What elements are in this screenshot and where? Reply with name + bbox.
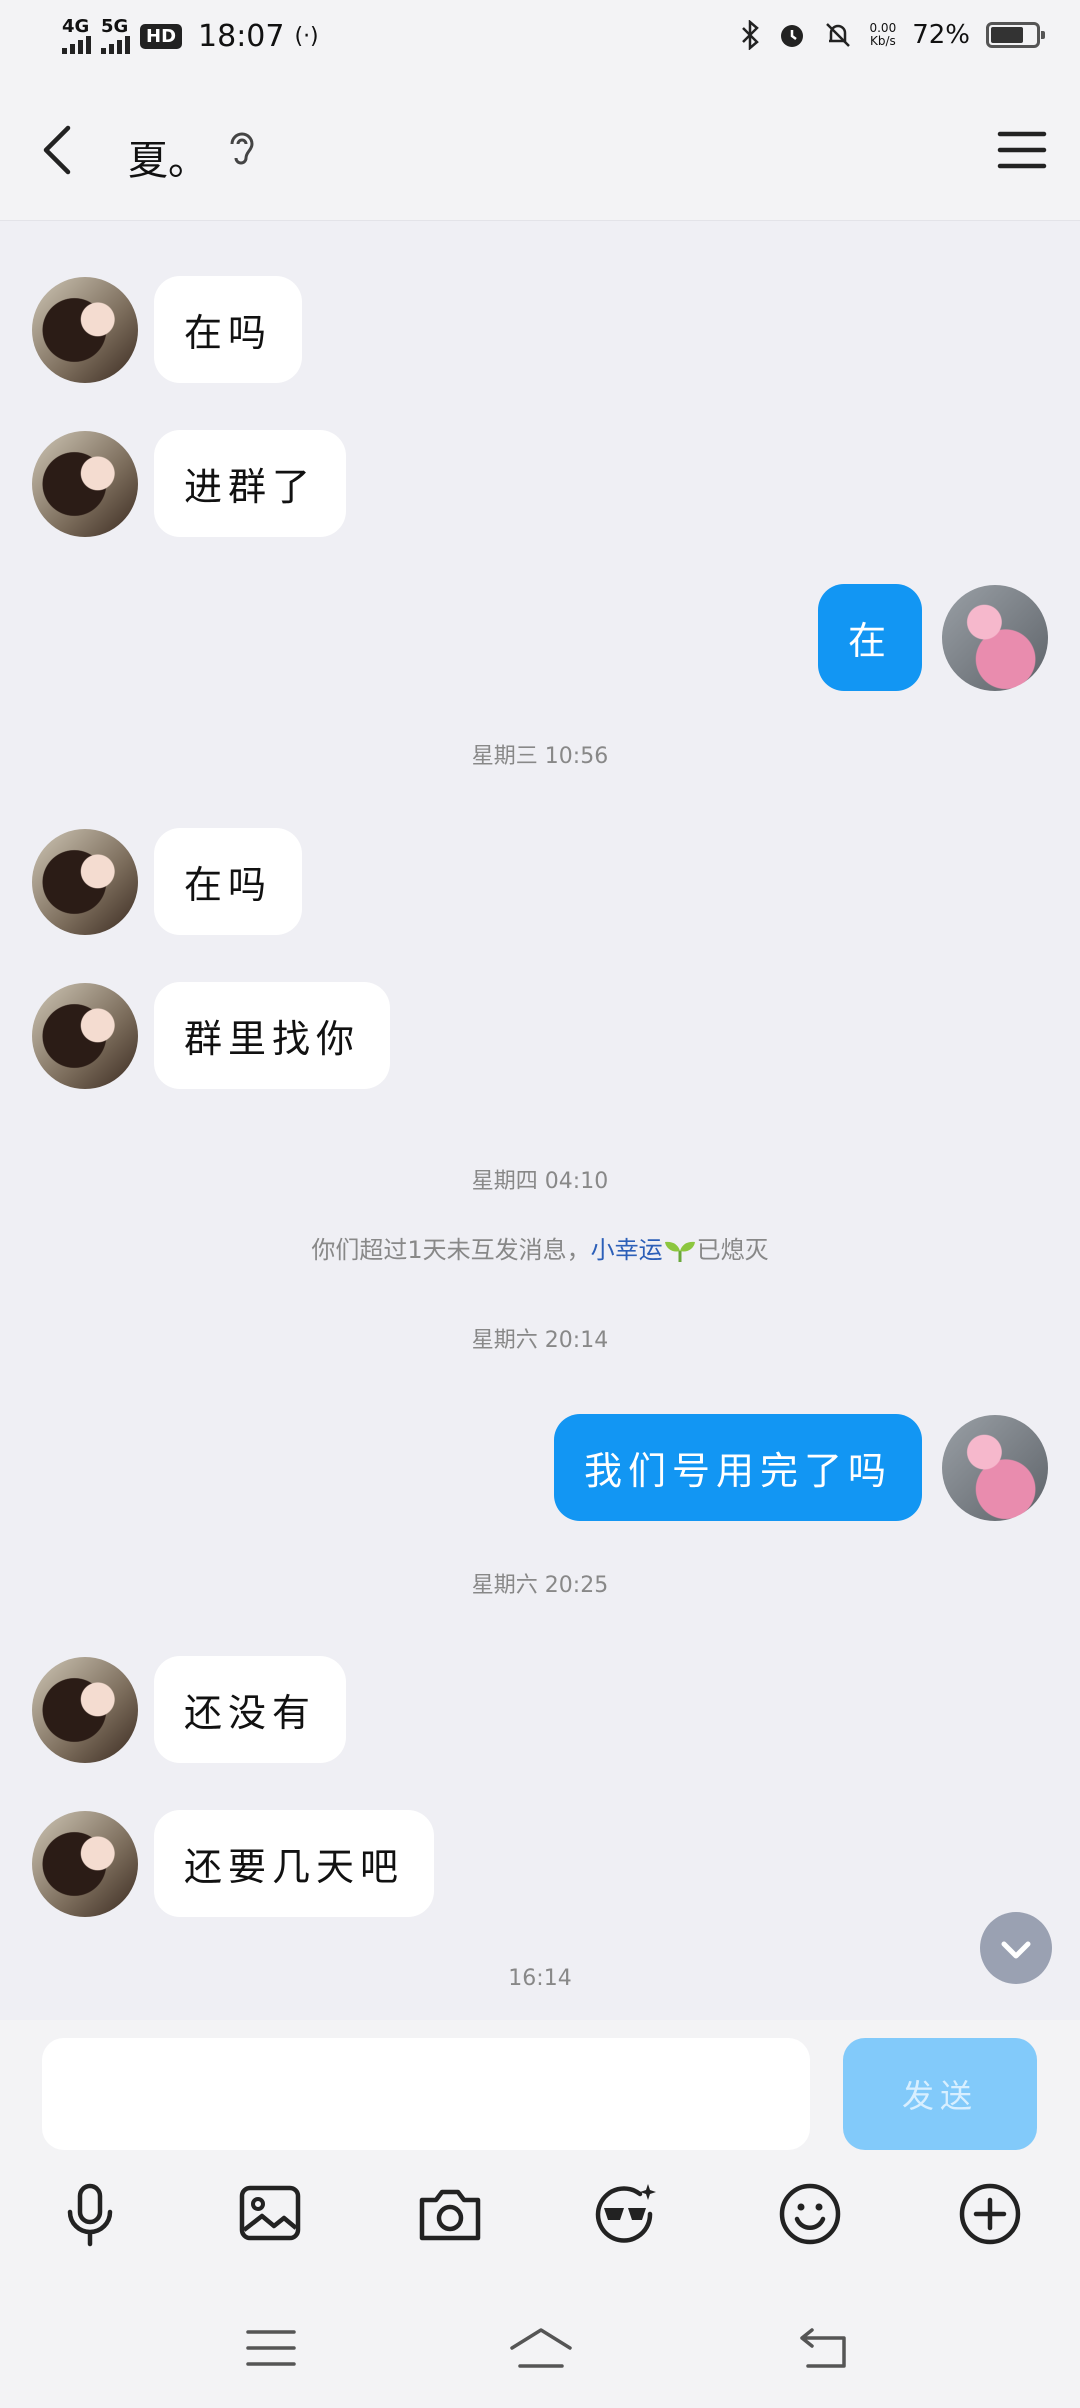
avatar[interactable]	[32, 828, 138, 935]
message-bubble[interactable]: 在吗	[154, 828, 303, 935]
sprout-icon	[663, 1239, 697, 1263]
avatar[interactable]	[942, 1414, 1048, 1521]
menu-button[interactable]	[994, 124, 1050, 176]
message-outgoing: 我们号用完了吗	[553, 1414, 1048, 1521]
input-bar: 发送	[0, 2020, 1080, 2150]
emoji-icon[interactable]	[774, 2178, 846, 2250]
avatar[interactable]	[32, 1810, 138, 1917]
avatar[interactable]	[32, 276, 138, 383]
bluetooth-icon	[739, 20, 761, 50]
contact-name[interactable]: 夏。	[128, 128, 208, 186]
message-input[interactable]	[42, 2038, 810, 2150]
avatar[interactable]	[32, 1656, 138, 1763]
avatar[interactable]	[32, 430, 138, 537]
recent-apps-button[interactable]	[236, 2320, 306, 2376]
timestamp: 星期六 20:14	[471, 1328, 609, 1353]
timestamp: 星期六 20:25	[471, 1573, 609, 1598]
message-incoming: 还要几天吧	[32, 1810, 435, 1917]
message-outgoing: 在	[817, 584, 1048, 691]
friend-flame-link[interactable]: 小幸运	[591, 1236, 663, 1264]
message-incoming: 进群了	[32, 430, 347, 537]
send-button[interactable]: 发送	[843, 2038, 1037, 2150]
message-bubble[interactable]: 进群了	[154, 430, 347, 537]
home-icon	[510, 2328, 572, 2368]
return-icon	[800, 2328, 846, 2368]
system-message: 你们超过1天未互发消息，小幸运 已熄灭	[0, 1230, 1080, 1265]
battery-icon	[986, 22, 1045, 48]
message-incoming: 还没有	[32, 1656, 347, 1763]
system-message-suffix: 已熄灭	[696, 1236, 769, 1264]
chat-header: 夏。	[0, 80, 1080, 221]
avatar[interactable]	[32, 982, 138, 1089]
timestamp: 星期四 04:10	[471, 1169, 609, 1194]
input-toolbar	[0, 2150, 1080, 2280]
message-bubble[interactable]: 在吗	[154, 276, 303, 383]
hotspot-icon: (·)	[294, 23, 319, 49]
timestamp: 16:14	[508, 1966, 572, 1991]
message-bubble[interactable]: 还没有	[154, 1656, 347, 1763]
back-nav-button[interactable]	[788, 2320, 858, 2376]
hamburger-icon	[997, 131, 1047, 169]
timestamp: 星期三 10:56	[471, 744, 609, 769]
signal-5g: 5G	[101, 18, 130, 54]
sticker-icon[interactable]	[590, 2178, 662, 2250]
message-bubble[interactable]: 还要几天吧	[154, 1810, 435, 1917]
avatar[interactable]	[942, 584, 1048, 691]
system-message-text: 你们超过1天未互发消息，	[311, 1236, 591, 1264]
message-bubble[interactable]: 在	[817, 584, 922, 691]
ear-icon[interactable]	[222, 128, 262, 172]
mute-icon	[823, 20, 853, 50]
alarm-icon	[777, 20, 807, 50]
chevron-left-icon	[43, 125, 71, 175]
plus-icon[interactable]	[954, 2178, 1026, 2250]
system-nav-bar	[0, 2280, 1080, 2408]
image-icon[interactable]	[234, 2178, 306, 2250]
net-speed: 0.00 Kb/s	[869, 21, 897, 48]
message-incoming: 在吗	[32, 828, 303, 935]
signal-4g: 4G	[62, 18, 91, 54]
message-incoming: 在吗	[32, 276, 303, 383]
home-button[interactable]	[506, 2320, 576, 2376]
message-bubble[interactable]: 群里找你	[154, 982, 391, 1089]
battery-percent: 72%	[912, 20, 970, 50]
menu-lines-icon	[246, 2330, 296, 2366]
message-incoming: 群里找你	[32, 982, 391, 1089]
hd-badge: HD	[140, 23, 183, 49]
status-bar: 4G 5G HD 18:07 (·) 0.00 Kb/s 72%	[0, 0, 1080, 80]
message-bubble[interactable]: 我们号用完了吗	[553, 1414, 922, 1521]
camera-icon[interactable]	[414, 2178, 486, 2250]
microphone-icon[interactable]	[54, 2178, 126, 2250]
clock: 18:07	[198, 18, 285, 54]
back-button[interactable]	[30, 120, 90, 180]
